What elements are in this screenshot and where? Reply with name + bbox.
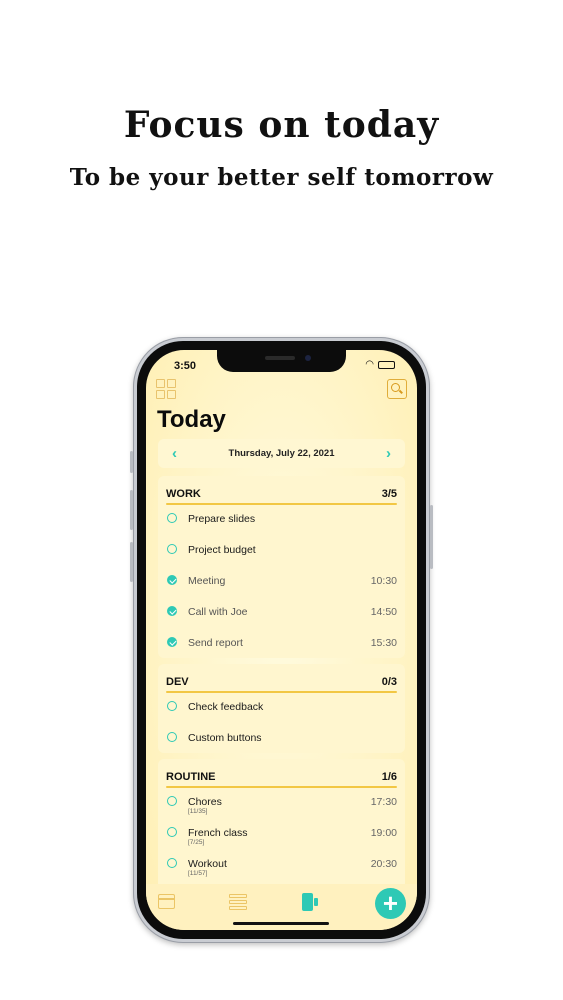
section-count: 0/3 <box>381 676 397 688</box>
task-label: Custom buttons <box>188 732 262 744</box>
section-count: 3/5 <box>381 488 397 500</box>
task-row[interactable]: Project budget <box>158 535 405 566</box>
task-label: Send report <box>188 637 243 649</box>
top-toolbar <box>156 379 407 399</box>
checkbox[interactable] <box>167 858 177 868</box>
search-icon[interactable] <box>387 379 407 399</box>
task-label: Chores <box>188 796 222 808</box>
task-progress: [7/25] <box>188 839 205 846</box>
task-progress: [11/35] <box>188 808 208 815</box>
phone-screen: 3:50 ◠ Today ‹ Thursday, July 22, 2021 ›… <box>146 350 417 930</box>
checkbox[interactable] <box>167 732 177 742</box>
page-title: Today <box>157 406 226 433</box>
task-time: 17:30 <box>370 796 397 808</box>
home-indicator <box>233 922 329 925</box>
front-camera <box>305 355 311 361</box>
calendar-icon[interactable] <box>158 894 175 909</box>
section-count: 1/6 <box>381 771 397 783</box>
side-button-mute <box>130 451 133 473</box>
section-routine: ROUTINE 1/6 Chores [11/35] 17:30 French … <box>158 759 405 889</box>
task-label: Call with Joe <box>188 606 248 618</box>
side-button-volume-up <box>130 490 133 530</box>
task-row[interactable]: Meeting 10:30 <box>158 566 405 597</box>
section-title: DEV <box>166 676 189 688</box>
side-button-power <box>430 505 433 569</box>
section-title: WORK <box>166 488 201 500</box>
date-navigator: ‹ Thursday, July 22, 2021 › <box>158 439 405 468</box>
task-time: 15:30 <box>370 637 397 649</box>
marketing-headline: Focus on today <box>123 104 440 146</box>
task-row[interactable]: French class [7/25] 19:00 <box>158 818 405 849</box>
task-row[interactable]: Prepare slides <box>158 504 405 535</box>
wifi-icon: ◠ <box>365 359 374 370</box>
task-row[interactable]: Call with Joe 14:50 <box>158 597 405 628</box>
side-button-volume-down <box>130 542 133 582</box>
task-row[interactable]: Workout [11/57] 20:30 <box>158 849 405 880</box>
task-label: French class <box>188 827 248 839</box>
section-title: ROUTINE <box>166 771 216 783</box>
current-date: Thursday, July 22, 2021 <box>228 448 335 459</box>
task-label: Project budget <box>188 544 256 556</box>
grid-icon[interactable] <box>156 379 176 399</box>
add-task-button[interactable]: + <box>375 888 406 919</box>
battery-icon <box>378 361 395 369</box>
checkbox-checked[interactable] <box>167 575 177 585</box>
task-time: 19:00 <box>370 827 397 839</box>
chevron-right-icon[interactable]: › <box>386 445 391 462</box>
task-label: Prepare slides <box>188 513 256 525</box>
checkbox[interactable] <box>167 513 177 523</box>
task-label: Workout <box>188 858 227 870</box>
checkbox[interactable] <box>167 544 177 554</box>
checkbox[interactable] <box>167 796 177 806</box>
checkbox-checked[interactable] <box>167 637 177 647</box>
task-row[interactable]: Send report 15:30 <box>158 628 405 659</box>
status-icons: ◠ <box>365 360 395 370</box>
section-work: WORK 3/5 Prepare slides Project budget M… <box>158 476 405 658</box>
notch <box>217 350 346 372</box>
task-time: 20:30 <box>370 858 397 870</box>
task-time: 10:30 <box>370 575 397 587</box>
task-row[interactable]: Check feedback <box>158 692 405 723</box>
section-dev: DEV 0/3 Check feedback Custom buttons <box>158 664 405 753</box>
section-header[interactable]: WORK 3/5 <box>158 476 405 505</box>
section-header[interactable]: DEV 0/3 <box>158 664 405 693</box>
checkbox-checked[interactable] <box>167 606 177 616</box>
marketing-subheadline: To be your better self tomorrow <box>69 164 494 191</box>
task-time: 14:50 <box>370 606 397 618</box>
speaker <box>265 356 295 360</box>
checkbox[interactable] <box>167 701 177 711</box>
task-progress: [11/57] <box>188 870 208 877</box>
task-row[interactable]: Custom buttons <box>158 723 405 754</box>
task-label: Meeting <box>188 575 226 587</box>
checkbox[interactable] <box>167 827 177 837</box>
list-icon[interactable] <box>229 894 247 911</box>
notebook-icon[interactable] <box>302 893 318 911</box>
task-label: Check feedback <box>188 701 264 713</box>
status-time: 3:50 <box>174 360 197 372</box>
section-header[interactable]: ROUTINE 1/6 <box>158 759 405 788</box>
task-row[interactable]: Chores [11/35] 17:30 <box>158 787 405 818</box>
